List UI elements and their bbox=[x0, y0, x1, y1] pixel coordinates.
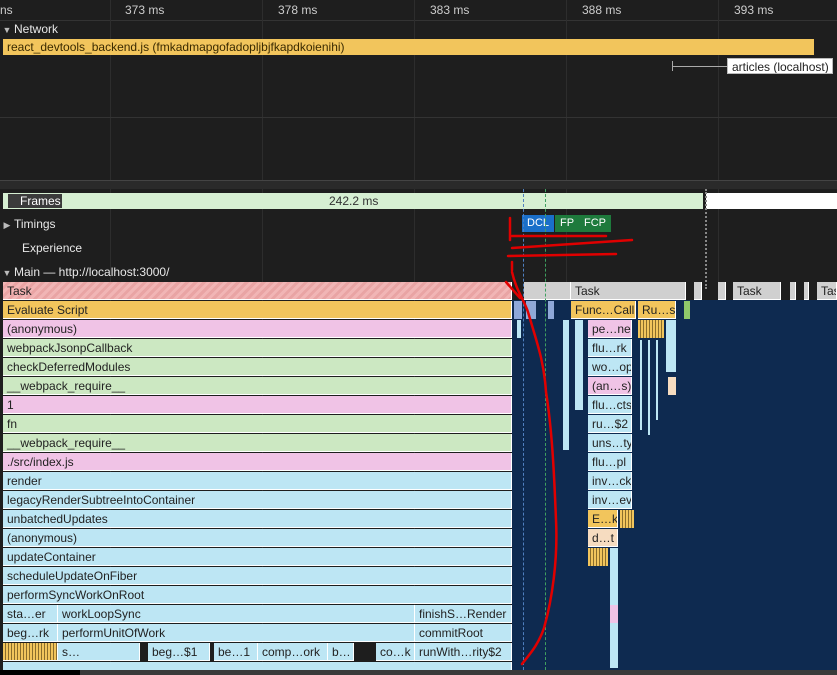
horizontal-scrollbar-track[interactable] bbox=[80, 670, 837, 675]
horizontal-scrollbar-thumb[interactable] bbox=[0, 670, 80, 675]
red-annotation-stroke bbox=[504, 216, 634, 666]
